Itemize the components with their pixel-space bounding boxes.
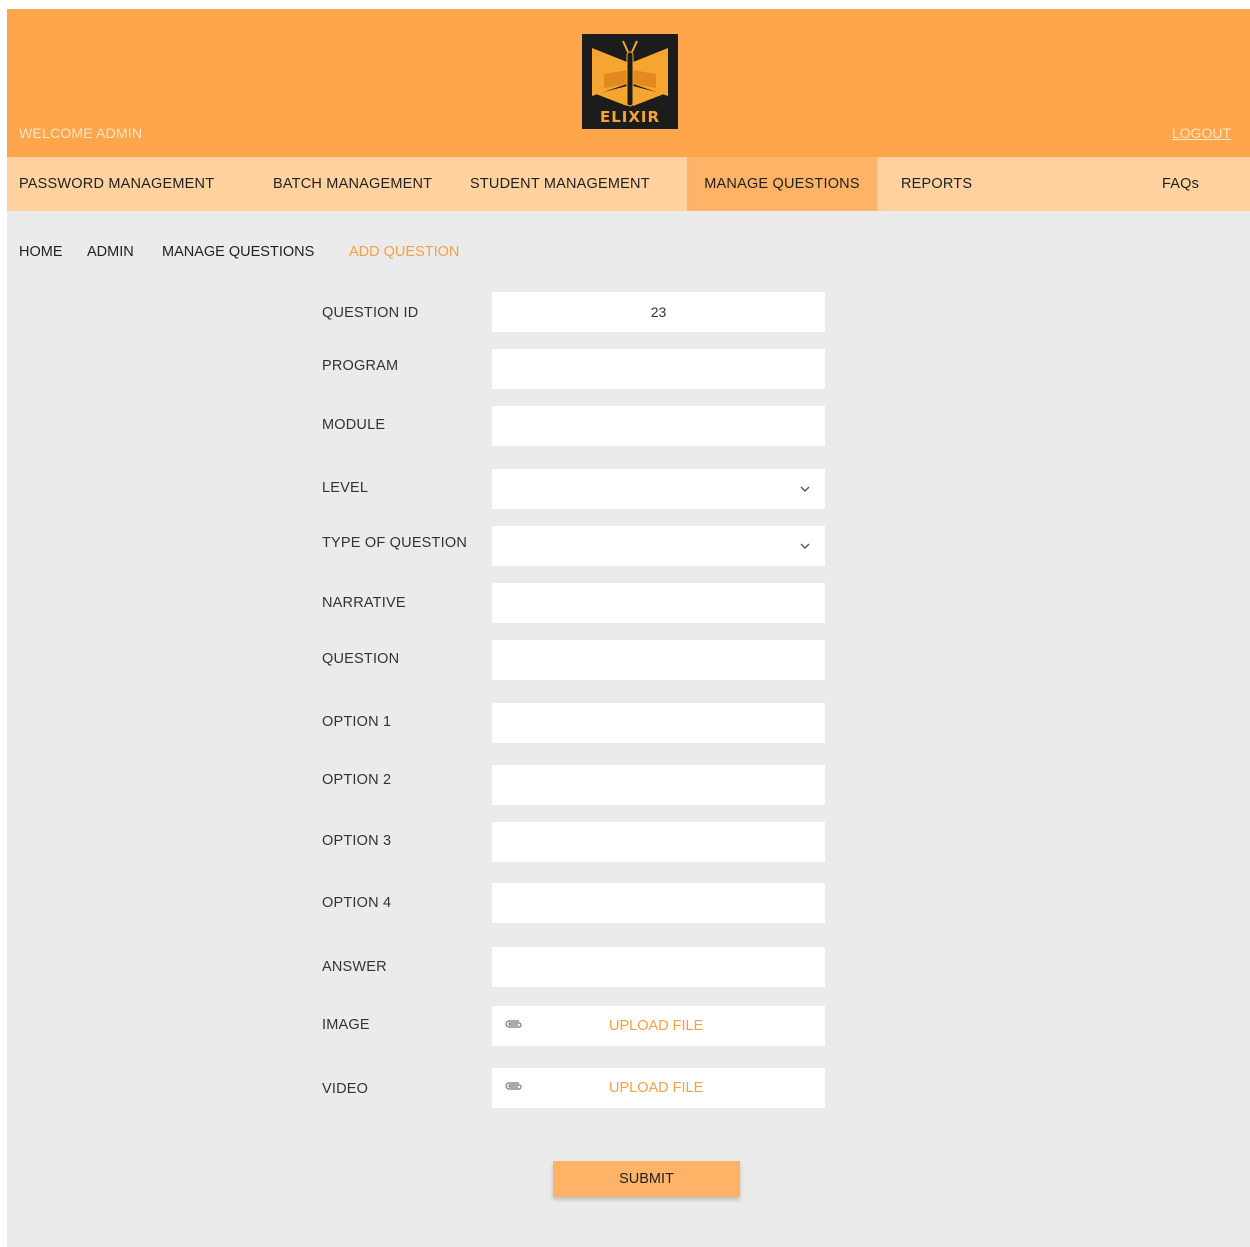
answer-field[interactable] [492, 947, 825, 987]
chevron-down-icon[interactable] [799, 483, 811, 495]
video-upload-button[interactable]: UPLOAD FILE [609, 1068, 703, 1108]
module-field[interactable] [492, 406, 825, 446]
paperclip-icon [505, 1082, 522, 1090]
answer-label: ANSWER [322, 959, 387, 975]
question-label: QUESTION [322, 651, 400, 667]
nav-item-reports[interactable]: REPORTS [901, 157, 972, 211]
option-3-label: OPTION 3 [322, 833, 392, 849]
module-label: MODULE [322, 417, 386, 433]
nav-item-manage-questions[interactable]: MANAGE QUESTIONS [687, 157, 877, 211]
type-of-question-label: TYPE OF QUESTION [322, 535, 467, 551]
main-nav: PASSWORD MANAGEMENT BATCH MANAGEMENT STU… [7, 157, 1250, 211]
nav-item-password-management[interactable]: PASSWORD MANAGEMENT [19, 157, 214, 211]
narrative-label: NARRATIVE [322, 595, 406, 611]
image-upload-button[interactable]: UPLOAD FILE [609, 1006, 703, 1046]
welcome-text: WELCOME ADMIN [19, 125, 143, 141]
nav-item-batch-management[interactable]: BATCH MANAGEMENT [273, 157, 432, 211]
video-upload-field[interactable]: UPLOAD FILE [492, 1068, 825, 1108]
option-4-label: OPTION 4 [322, 895, 392, 911]
chevron-down-icon[interactable] [799, 540, 811, 552]
nav-item-student-management[interactable]: STUDENT MANAGEMENT [470, 157, 650, 211]
breadcrumb-manage-questions[interactable]: MANAGE QUESTIONS [162, 244, 314, 260]
logout-link[interactable]: LOGOUT [1172, 125, 1231, 141]
narrative-field[interactable] [492, 583, 825, 623]
paperclip-icon [505, 1020, 522, 1028]
program-label: PROGRAM [322, 358, 399, 374]
nav-item-faqs[interactable]: FAQs [1162, 157, 1199, 211]
option-2-field[interactable] [492, 765, 825, 805]
program-field[interactable] [492, 349, 825, 389]
option-1-field[interactable] [492, 703, 825, 743]
logo-text: ELIXIR [599, 108, 661, 126]
submit-button[interactable]: SUBMIT [553, 1161, 740, 1197]
level-label: LEVEL [322, 480, 369, 496]
header-bar: WELCOME ADMIN ELIXIR LOGOUT [7, 9, 1250, 157]
page: WELCOME ADMIN ELIXIR LOGOUT PASSWORD MAN… [7, 9, 1250, 1247]
type-of-question-select[interactable] [492, 526, 825, 566]
image-upload-field[interactable]: UPLOAD FILE [492, 1006, 825, 1046]
breadcrumb-home[interactable]: HOME [19, 244, 63, 260]
level-select[interactable] [492, 469, 825, 509]
question-id-label: QUESTION ID [322, 305, 419, 321]
option-1-label: OPTION 1 [322, 714, 392, 730]
elixir-logo: ELIXIR [582, 34, 678, 129]
video-label: VIDEO [322, 1081, 369, 1097]
image-label: IMAGE [322, 1017, 370, 1033]
question-field[interactable] [492, 640, 825, 680]
option-2-label: OPTION 2 [322, 772, 392, 788]
breadcrumb-add-question: ADD QUESTION [349, 244, 460, 260]
option-3-field[interactable] [492, 822, 825, 862]
question-id-value: 23 [650, 304, 667, 320]
breadcrumb-admin[interactable]: ADMIN [87, 244, 134, 260]
question-id-field[interactable]: 23 [492, 292, 825, 332]
option-4-field[interactable] [492, 883, 825, 923]
